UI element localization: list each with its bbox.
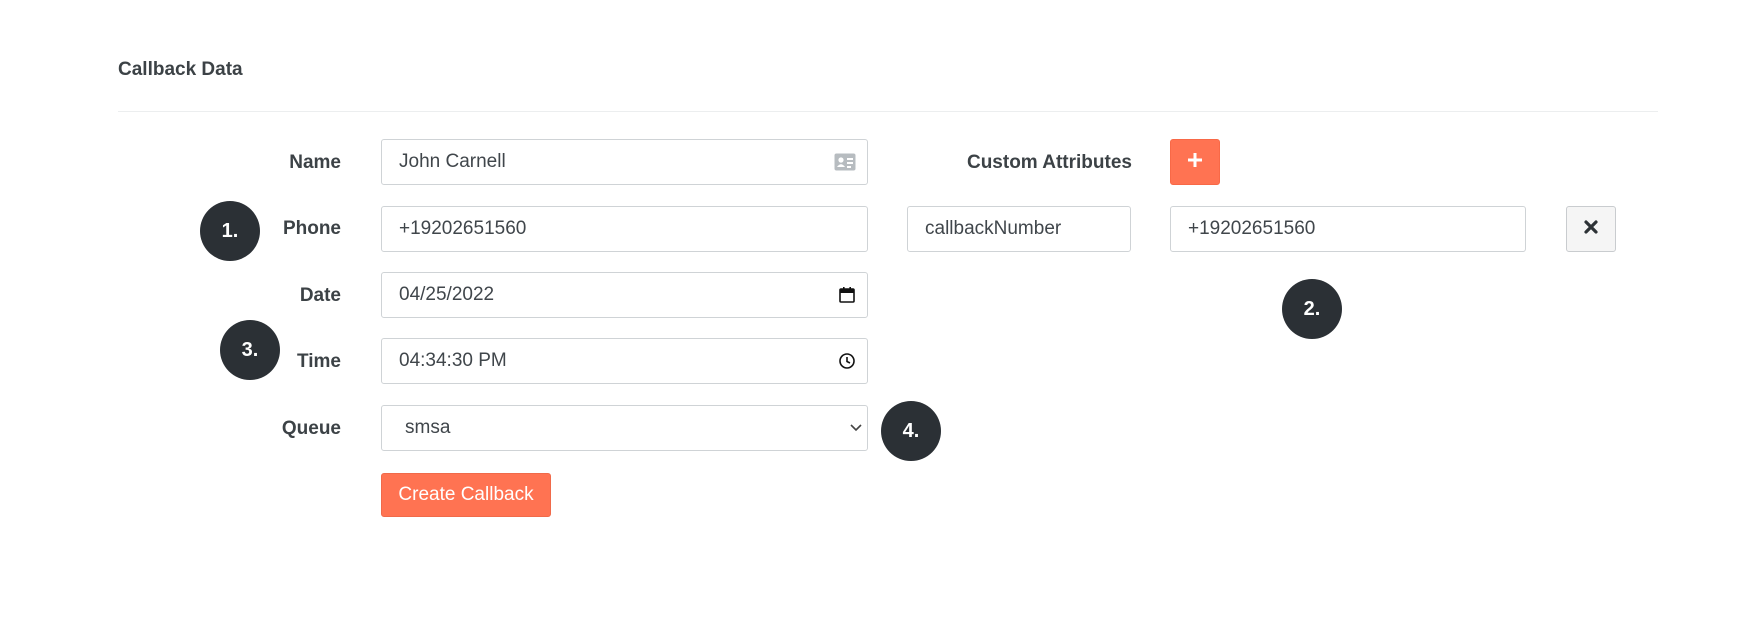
annotation-badge-3: 3. bbox=[220, 320, 280, 380]
name-value: John Carnell bbox=[399, 151, 506, 172]
phone-value: +19202651560 bbox=[399, 218, 527, 239]
attribute-value-value: +19202651560 bbox=[1188, 218, 1316, 239]
attribute-key-input[interactable]: callbackNumber bbox=[907, 206, 1131, 252]
custom-attributes-label: Custom Attributes bbox=[966, 152, 1132, 173]
attribute-key-value: callbackNumber bbox=[925, 218, 1062, 239]
name-input[interactable]: John Carnell bbox=[381, 139, 868, 185]
clock-icon[interactable] bbox=[838, 352, 856, 370]
plus-icon bbox=[1188, 152, 1202, 172]
add-attribute-button[interactable] bbox=[1170, 139, 1220, 185]
contact-card-icon bbox=[834, 153, 856, 171]
name-label: Name bbox=[289, 152, 341, 173]
remove-attribute-button[interactable] bbox=[1566, 206, 1616, 252]
date-input[interactable]: 04/25/2022 bbox=[381, 272, 868, 318]
section-title: Callback Data bbox=[118, 59, 243, 80]
create-callback-button[interactable]: Create Callback bbox=[381, 473, 551, 517]
close-icon bbox=[1584, 219, 1598, 239]
queue-label: Queue bbox=[281, 418, 341, 439]
queue-select[interactable]: smsa bbox=[381, 405, 868, 451]
annotation-badge-4: 4. bbox=[881, 401, 941, 461]
section-divider bbox=[118, 111, 1658, 112]
calendar-icon[interactable] bbox=[838, 286, 856, 304]
time-value: 04:34:30 PM bbox=[399, 350, 507, 371]
phone-input[interactable]: +19202651560 bbox=[381, 206, 868, 252]
date-label: Date bbox=[299, 285, 341, 306]
annotation-badge-1: 1. bbox=[200, 201, 260, 261]
date-value: 04/25/2022 bbox=[399, 284, 495, 305]
annotation-badge-2: 2. bbox=[1282, 279, 1342, 339]
time-input[interactable]: 04:34:30 PM bbox=[381, 338, 868, 384]
queue-value: smsa bbox=[405, 417, 451, 438]
chevron-down-icon bbox=[849, 423, 863, 433]
attribute-value-input[interactable]: +19202651560 bbox=[1170, 206, 1526, 252]
